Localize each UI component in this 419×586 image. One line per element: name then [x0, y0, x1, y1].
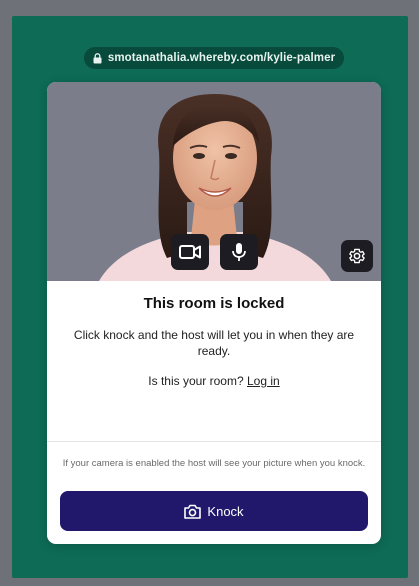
login-link[interactable]: Log in	[247, 374, 280, 388]
own-room-question: Is this your room?	[148, 374, 244, 388]
url-pill[interactable]: smotanathalia.whereby.com/kylie-palmer	[84, 47, 344, 69]
self-view-video	[47, 82, 381, 281]
own-room-line: Is this your room? Log in	[47, 374, 381, 388]
gear-icon	[349, 248, 365, 264]
settings-button[interactable]	[341, 240, 373, 272]
divider	[47, 441, 381, 442]
knock-card: This room is locked Click knock and the …	[47, 82, 381, 544]
microphone-toggle-button[interactable]	[220, 234, 258, 270]
camera-toggle-button[interactable]	[171, 234, 209, 270]
video-camera-icon	[179, 245, 201, 259]
camera-note: If your camera is enabled the host will …	[62, 458, 366, 469]
knock-button-label: Knock	[207, 503, 244, 519]
knock-description: Click knock and the host will let you in…	[73, 328, 355, 358]
url-text: smotanathalia.whereby.com/kylie-palmer	[107, 52, 336, 64]
microphone-icon	[232, 243, 246, 261]
self-view-portrait	[99, 94, 331, 281]
knock-button[interactable]: Knock	[60, 491, 368, 531]
room-locked-title: This room is locked	[143, 295, 285, 312]
lock-icon	[93, 52, 102, 63]
camera-icon	[184, 504, 202, 519]
